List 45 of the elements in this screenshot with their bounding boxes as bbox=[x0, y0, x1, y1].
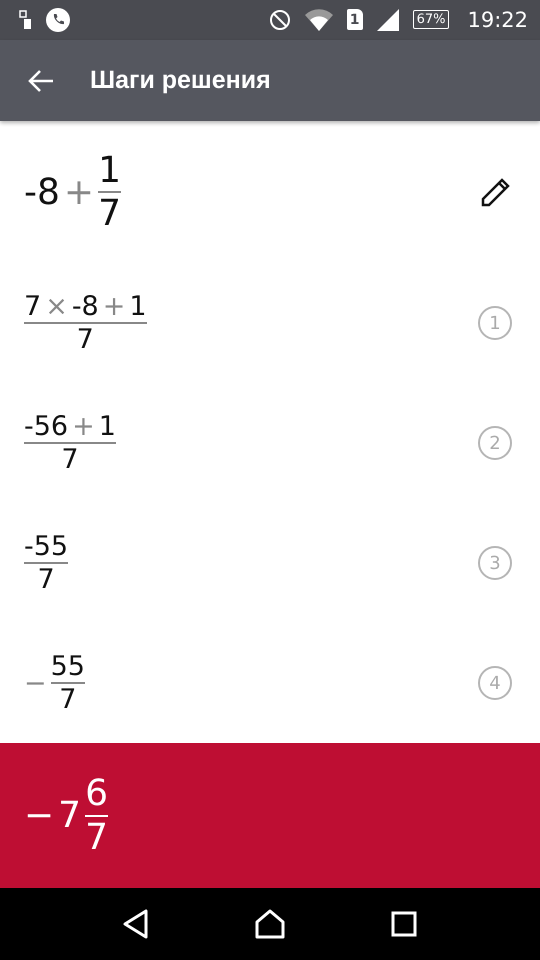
math-number: 7 bbox=[85, 816, 108, 858]
math-operator: + bbox=[64, 172, 94, 213]
math-number: 7 bbox=[58, 795, 82, 837]
math-number: -55 bbox=[24, 531, 68, 562]
back-arrow-icon[interactable] bbox=[28, 68, 54, 93]
clock: 19:22 bbox=[467, 8, 528, 32]
math-number: 7 bbox=[24, 291, 42, 322]
math-number: -8 bbox=[24, 172, 60, 213]
math-number: 7 bbox=[59, 684, 76, 716]
fraction-bar bbox=[85, 814, 108, 817]
screen-title: Шаги решения bbox=[90, 66, 271, 96]
battery-indicator: 67% bbox=[412, 10, 450, 30]
math-number: -8 bbox=[72, 291, 99, 322]
fraction-bar bbox=[50, 682, 85, 684]
math-number: 1 bbox=[98, 411, 116, 442]
math-number: 1 bbox=[129, 291, 147, 322]
math-operator: + bbox=[102, 291, 126, 322]
do-not-disturb-icon bbox=[268, 8, 291, 31]
math-number: 6 bbox=[85, 773, 108, 815]
back-icon[interactable] bbox=[123, 909, 149, 940]
wifi-icon bbox=[304, 8, 333, 31]
math-operator: × bbox=[45, 291, 68, 322]
math-number: 7 bbox=[61, 444, 79, 476]
math-operator: − bbox=[24, 668, 47, 699]
pencil-icon[interactable] bbox=[480, 176, 512, 208]
recent-apps-icon[interactable] bbox=[391, 911, 417, 938]
math-operator: + bbox=[72, 411, 95, 442]
math-number: 55 bbox=[50, 651, 85, 682]
signal-icon bbox=[376, 8, 399, 31]
math-number: 7 bbox=[76, 324, 94, 356]
math-number: 1 bbox=[98, 150, 121, 192]
step-number-badge[interactable]: 3 bbox=[478, 546, 512, 580]
step-number-badge[interactable]: 1 bbox=[478, 306, 512, 340]
step-number-badge[interactable]: 2 bbox=[478, 426, 512, 460]
step-number-badge[interactable]: 4 bbox=[478, 666, 512, 700]
fraction-bar bbox=[24, 562, 68, 564]
sim-card-icon: 1 bbox=[346, 9, 363, 30]
phone-icon bbox=[46, 8, 70, 32]
math-number: 7 bbox=[37, 564, 55, 596]
usb-icon bbox=[18, 10, 32, 30]
math-number: -56 bbox=[24, 411, 68, 442]
home-icon[interactable] bbox=[255, 909, 285, 940]
math-number: − bbox=[24, 795, 54, 837]
fraction-bar bbox=[98, 191, 121, 194]
math-number: 7 bbox=[98, 193, 121, 235]
